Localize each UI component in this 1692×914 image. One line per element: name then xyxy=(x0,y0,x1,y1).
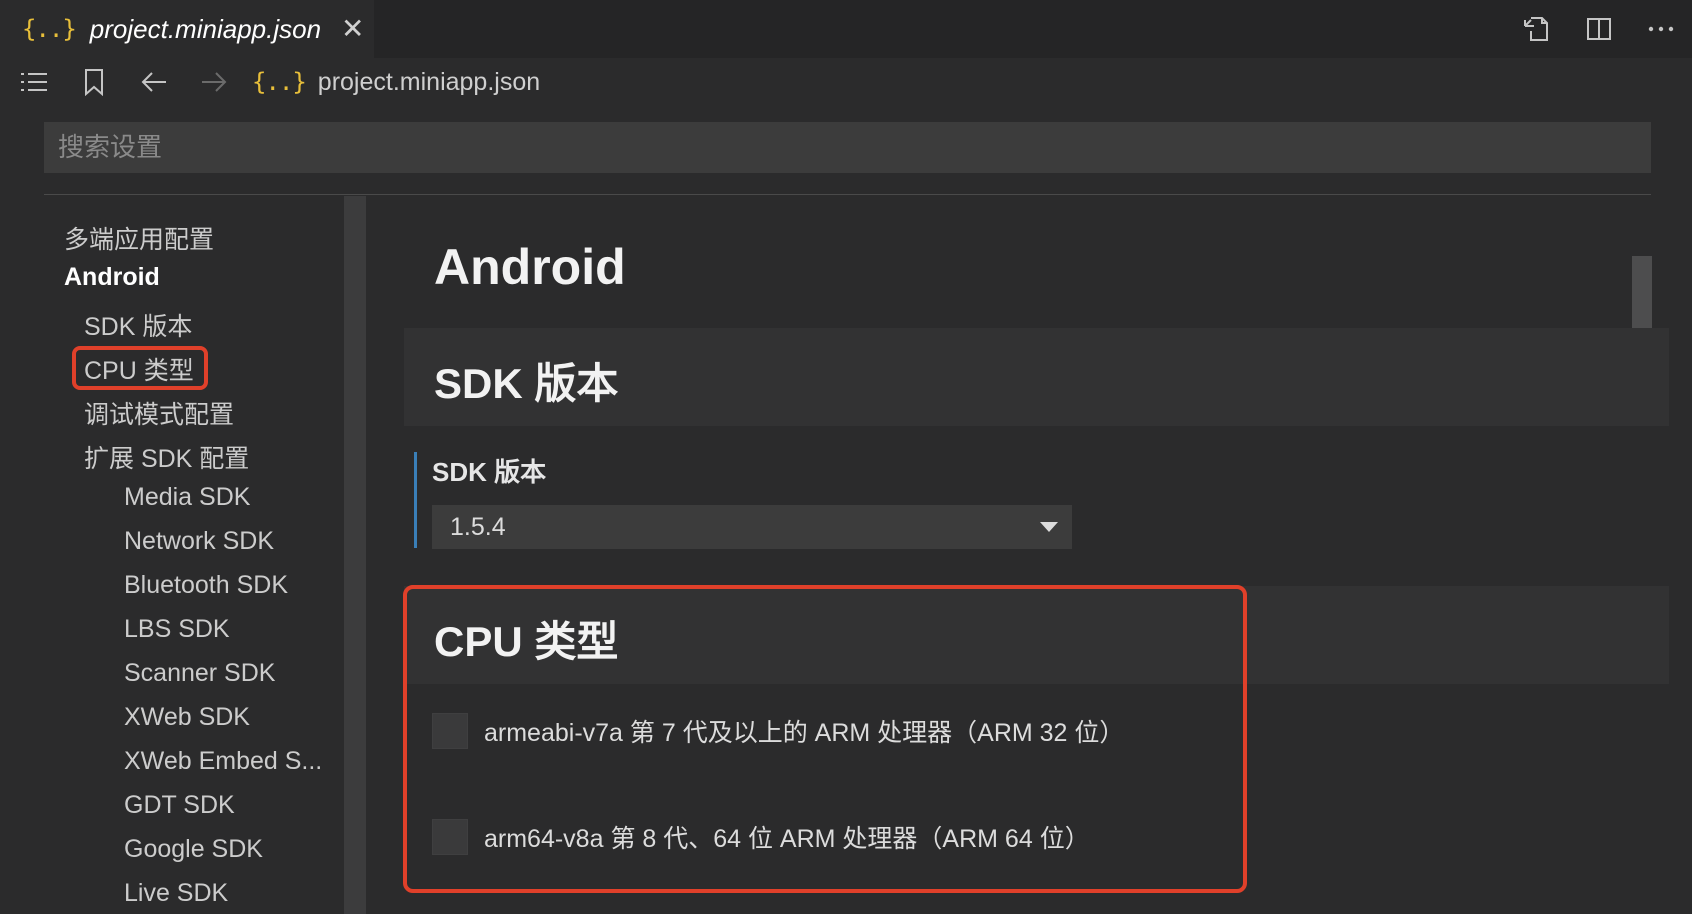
back-arrow-icon[interactable] xyxy=(124,58,184,106)
page-title: Android xyxy=(434,239,626,295)
cpu-nav-highlight xyxy=(72,346,208,390)
chevron-down-icon xyxy=(1040,522,1058,532)
tab-title: project.miniapp.json xyxy=(89,13,322,44)
cpu-section-highlight xyxy=(403,585,1247,893)
json-braces-icon: {..} xyxy=(22,15,77,43)
nav-item-media-sdk[interactable]: Media SDK xyxy=(124,483,250,512)
sdk-version-label: SDK 版本 xyxy=(432,457,547,487)
split-editor-icon[interactable] xyxy=(1568,0,1630,58)
nav-item-xweb-embed-sdk[interactable]: XWeb Embed S... xyxy=(124,747,322,776)
nav-item-live-sdk[interactable]: Live SDK xyxy=(124,879,228,908)
nav-item-google-sdk[interactable]: Google SDK xyxy=(124,835,263,864)
settings-editor: {..} project.miniapp.json ✕ {..} project… xyxy=(0,0,1692,914)
nav-item-multi-app-config[interactable]: 多端应用配置 xyxy=(64,220,214,256)
nav-item-debug-mode[interactable]: 调试模式配置 xyxy=(84,395,234,431)
nav-item-network-sdk[interactable]: Network SDK xyxy=(124,527,274,556)
nav-item-extension-sdk[interactable]: 扩展 SDK 配置 xyxy=(84,439,249,475)
search-settings-input[interactable] xyxy=(44,122,1651,173)
nav-item-gdt-sdk[interactable]: GDT SDK xyxy=(124,791,235,820)
nav-item-android[interactable]: Android xyxy=(64,263,160,292)
settings-content: Android SDK 版本 SDK 版本 1.5.4 CPU 类型 armea… xyxy=(366,196,1692,914)
breadcrumb-file[interactable]: project.miniapp.json xyxy=(318,68,540,97)
close-icon[interactable]: ✕ xyxy=(341,15,364,43)
json-braces-icon: {..} xyxy=(252,68,307,96)
sdk-version-select[interactable]: 1.5.4 xyxy=(432,505,1072,549)
nav-item-bluetooth-sdk[interactable]: Bluetooth SDK xyxy=(124,571,288,600)
outline-list-icon[interactable] xyxy=(4,58,64,106)
nav-item-xweb-sdk[interactable]: XWeb SDK xyxy=(124,703,250,732)
sdk-version-value: 1.5.4 xyxy=(450,512,506,541)
editor-actions xyxy=(1506,0,1692,58)
toc-sash[interactable] xyxy=(344,196,366,914)
bookmark-icon[interactable] xyxy=(64,58,124,106)
sdk-section-title: SDK 版本 xyxy=(434,360,619,407)
nav-item-lbs-sdk[interactable]: LBS SDK xyxy=(124,615,230,644)
nav-item-sdk-version[interactable]: SDK 版本 xyxy=(84,307,192,343)
divider xyxy=(44,194,1651,195)
tab-bar: {..} project.miniapp.json ✕ xyxy=(0,0,1692,58)
settings-toc: 多端应用配置 Android SDK 版本 CPU 类型 调试模式配置 扩展 S… xyxy=(44,196,344,914)
scrollbar-thumb[interactable] xyxy=(1632,256,1652,328)
tab-project-miniapp-json[interactable]: {..} project.miniapp.json ✕ xyxy=(0,0,374,58)
breadcrumb-toolbar: {..} project.miniapp.json xyxy=(0,58,1692,106)
open-json-icon[interactable] xyxy=(1506,0,1568,58)
nav-item-scanner-sdk[interactable]: Scanner SDK xyxy=(124,659,275,688)
focused-setting-indicator xyxy=(414,452,417,548)
more-actions-icon[interactable] xyxy=(1630,0,1692,58)
forward-arrow-icon[interactable] xyxy=(184,58,244,106)
